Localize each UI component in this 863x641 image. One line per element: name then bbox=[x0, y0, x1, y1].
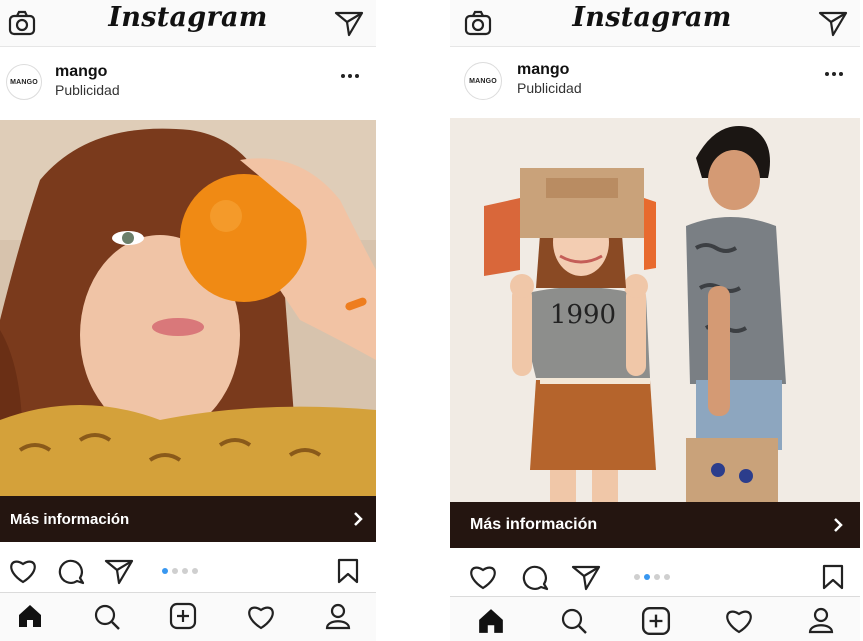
heart-icon[interactable] bbox=[468, 564, 498, 590]
post-header: MANGO mango Publicidad bbox=[450, 46, 860, 118]
phone-screen-right: Instagram MANGO mango Publicidad 1990 Má… bbox=[450, 0, 860, 641]
carousel-dot bbox=[654, 574, 660, 580]
kids-with-boxes-photo: 1990 bbox=[450, 118, 860, 502]
more-options-icon[interactable] bbox=[340, 72, 360, 80]
bookmark-icon[interactable] bbox=[822, 564, 844, 590]
carousel-dot bbox=[664, 574, 670, 580]
post-actions bbox=[450, 554, 860, 598]
sponsored-label: Publicidad bbox=[55, 82, 120, 98]
more-info-cta[interactable]: Más información bbox=[450, 502, 860, 548]
username[interactable]: mango bbox=[517, 61, 569, 79]
post-photo[interactable]: 1990 bbox=[450, 118, 860, 502]
home-icon[interactable] bbox=[17, 603, 43, 629]
chevron-right-icon bbox=[354, 512, 363, 526]
search-icon[interactable] bbox=[560, 607, 588, 635]
carousel-dot bbox=[192, 568, 198, 574]
shirt-print: 1990 bbox=[550, 300, 616, 330]
carousel-dot bbox=[172, 568, 178, 574]
avatar[interactable]: MANGO bbox=[464, 62, 502, 100]
new-post-icon[interactable] bbox=[169, 602, 197, 630]
carousel-dot bbox=[182, 568, 188, 574]
avatar[interactable]: MANGO bbox=[6, 64, 42, 100]
carousel-indicator bbox=[634, 574, 670, 580]
share-icon[interactable] bbox=[104, 557, 134, 585]
direct-message-icon[interactable] bbox=[334, 9, 364, 37]
username[interactable]: mango bbox=[55, 63, 107, 81]
profile-icon[interactable] bbox=[324, 602, 352, 630]
comment-icon[interactable] bbox=[57, 557, 85, 585]
carousel-dot bbox=[162, 568, 168, 574]
profile-icon[interactable] bbox=[807, 606, 835, 634]
bookmark-icon[interactable] bbox=[337, 558, 359, 584]
cta-label: Más información bbox=[470, 516, 598, 533]
direct-message-icon[interactable] bbox=[818, 9, 848, 37]
carousel-dot bbox=[644, 574, 650, 580]
more-info-cta[interactable]: Más información bbox=[0, 496, 376, 542]
post-actions bbox=[0, 548, 376, 592]
activity-heart-icon[interactable] bbox=[724, 608, 754, 634]
bottom-tab-bar bbox=[450, 596, 860, 641]
comment-icon[interactable] bbox=[521, 563, 549, 591]
activity-heart-icon[interactable] bbox=[246, 604, 276, 630]
instagram-logo: Instagram bbox=[108, 2, 268, 33]
girl-with-orange-photo bbox=[0, 120, 376, 496]
post-photo[interactable] bbox=[0, 120, 376, 496]
post-header: MANGO mango Publicidad bbox=[0, 48, 376, 120]
phone-screen-left: Instagram MANGO mango Publicidad Más inf… bbox=[0, 0, 376, 641]
cta-label: Más información bbox=[10, 510, 130, 528]
instagram-logo: Instagram bbox=[572, 2, 732, 33]
heart-icon[interactable] bbox=[8, 558, 38, 584]
search-icon[interactable] bbox=[93, 603, 121, 631]
new-post-icon[interactable] bbox=[641, 606, 671, 636]
chevron-right-icon bbox=[834, 518, 843, 532]
home-icon[interactable] bbox=[477, 607, 505, 635]
more-options-icon[interactable] bbox=[824, 70, 844, 78]
carousel-indicator bbox=[162, 568, 198, 574]
carousel-dot bbox=[634, 574, 640, 580]
bottom-tab-bar bbox=[0, 592, 376, 641]
sponsored-label: Publicidad bbox=[517, 80, 582, 96]
top-bar: Instagram bbox=[0, 0, 376, 47]
top-bar: Instagram bbox=[450, 0, 860, 47]
share-icon[interactable] bbox=[571, 563, 601, 591]
